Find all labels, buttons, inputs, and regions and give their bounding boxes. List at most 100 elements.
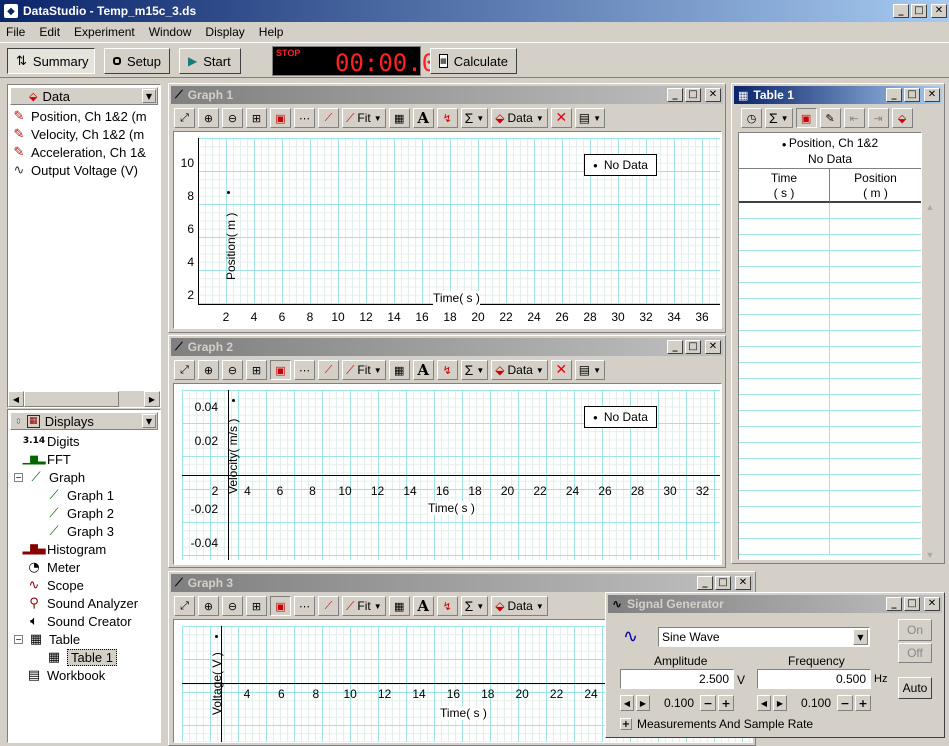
table-cell[interactable]	[830, 203, 921, 218]
plus-icon[interactable]: +	[718, 695, 734, 711]
table-cell[interactable]	[830, 411, 921, 426]
statistics-dropdown[interactable]: Σ ▼	[460, 108, 489, 128]
display-item-graph[interactable]: − ⟋ Graph	[14, 468, 160, 486]
table-cell[interactable]	[830, 315, 921, 330]
table-cell[interactable]	[739, 539, 830, 554]
table-row[interactable]	[739, 475, 921, 491]
table-row[interactable]	[739, 523, 921, 539]
graph1-legend[interactable]: ● No Data	[584, 154, 657, 176]
table-cell[interactable]	[739, 347, 830, 362]
data-item-acceleration[interactable]: ✎ Acceleration, Ch 1&	[12, 143, 160, 161]
menu-experiment[interactable]: Experiment	[74, 25, 135, 39]
text-tool-icon[interactable]: A	[412, 360, 434, 380]
minimize-button[interactable]: _	[893, 4, 909, 18]
table-cell[interactable]	[739, 379, 830, 394]
zoom-select-icon[interactable]: ⊞	[246, 108, 267, 128]
table-cell[interactable]	[739, 283, 830, 298]
display-item-workbook[interactable]: ▤ Workbook	[14, 666, 160, 684]
table-cell[interactable]	[830, 459, 921, 474]
fit-dropdown[interactable]: ⟋ Fit ▼	[342, 108, 386, 128]
data-item-velocity[interactable]: ✎ Velocity, Ch 1&2 (m	[12, 125, 160, 143]
zoom-out-icon[interactable]: ⊖	[222, 360, 243, 380]
auto-button[interactable]: Auto	[898, 677, 932, 699]
collapse-icon[interactable]: −	[14, 472, 23, 482]
decrease-step-icon[interactable]: ◀	[620, 695, 634, 711]
table-cell[interactable]	[739, 427, 830, 442]
table-cell[interactable]	[830, 267, 921, 282]
menu-file[interactable]: File	[6, 25, 25, 39]
table-row[interactable]	[739, 331, 921, 347]
fit-dropdown[interactable]: ⟋ Fit ▼	[342, 596, 386, 616]
table-cell[interactable]	[830, 219, 921, 234]
display-item-scope[interactable]: ∿ Scope	[14, 576, 160, 594]
lock-icon[interactable]: ▣	[795, 108, 817, 128]
slope-tool-icon[interactable]: ⟋	[318, 108, 339, 128]
annotation-icon[interactable]: ↯	[436, 596, 458, 616]
insert-right-icon[interactable]: ⇥	[867, 108, 889, 128]
display-item-graph1[interactable]: ⟋ Graph 1	[14, 486, 160, 504]
display-item-histogram[interactable]: ▂▇▄ Histogram	[14, 540, 160, 558]
zoom-in-icon[interactable]: ⊕	[198, 360, 219, 380]
minimize-button[interactable]: _	[886, 597, 902, 611]
table-cell[interactable]	[739, 331, 830, 346]
table-cell[interactable]	[830, 331, 921, 346]
insert-left-icon[interactable]: ⇤	[843, 108, 865, 128]
zoom-select-icon[interactable]: ⊞	[246, 596, 267, 616]
lock-icon[interactable]: ▣	[270, 108, 291, 128]
maximize-button[interactable]: □	[685, 340, 701, 354]
statistics-dropdown[interactable]: Σ ▼	[765, 108, 793, 128]
display-item-table1[interactable]: ▦ Table 1	[14, 648, 160, 666]
table1-col-time[interactable]: Time( s )	[739, 169, 830, 203]
scroll-left-icon[interactable]: ◀	[8, 391, 24, 407]
table-cell[interactable]	[739, 315, 830, 330]
table-row[interactable]	[739, 507, 921, 523]
minimize-button[interactable]: _	[667, 88, 683, 102]
maximize-button[interactable]: □	[911, 4, 927, 18]
lock-icon[interactable]: ▣	[270, 360, 291, 380]
scale-to-fit-icon[interactable]: ⤢	[174, 596, 195, 616]
table-row[interactable]	[739, 347, 921, 363]
table1-grid[interactable]: ● Position, Ch 1&2 No Data Time( s ) Pos…	[738, 132, 922, 560]
smart-tool-icon[interactable]: ⋯	[294, 360, 315, 380]
smart-tool-icon[interactable]: ⋯	[294, 108, 315, 128]
table-cell[interactable]	[830, 235, 921, 250]
minimize-button[interactable]: _	[886, 88, 902, 102]
data-hscrollbar[interactable]: ◀ ▶	[8, 391, 160, 407]
graph2-plot-area[interactable]: Velocity( m/s ) Time( s ) ● No Data 24681…	[173, 383, 722, 565]
settings-dropdown[interactable]: ▤ ▼	[574, 108, 606, 128]
close-button[interactable]: ✕	[931, 4, 947, 18]
table-cell[interactable]	[739, 443, 830, 458]
table-row[interactable]	[739, 283, 921, 299]
data-dropdown[interactable]: ⬙ Data ▼	[491, 108, 548, 128]
table-cell[interactable]	[830, 507, 921, 522]
calculate-button[interactable]: ▦ Calculate	[430, 48, 517, 74]
maximize-button[interactable]: □	[715, 576, 731, 590]
table-cell[interactable]	[739, 235, 830, 250]
pencil-icon[interactable]: ✎	[819, 108, 841, 128]
table-row[interactable]	[739, 539, 921, 555]
increase-step-icon[interactable]: ▶	[773, 695, 787, 711]
text-tool-icon[interactable]: A	[412, 108, 434, 128]
amplitude-field[interactable]: 2.500	[620, 669, 734, 689]
table-cell[interactable]	[830, 299, 921, 314]
slope-tool-icon[interactable]: ⟋	[318, 596, 339, 616]
table-cell[interactable]	[830, 363, 921, 378]
menu-display[interactable]: Display	[205, 25, 244, 39]
statistics-dropdown[interactable]: Σ ▼	[460, 360, 489, 380]
table-row[interactable]	[739, 411, 921, 427]
table-cell[interactable]	[739, 363, 830, 378]
probe-icon[interactable]: ⬙	[891, 108, 913, 128]
display-item-sound-analyzer[interactable]: ⚲ Sound Analyzer	[14, 594, 160, 612]
table-cell[interactable]	[739, 395, 830, 410]
table-cell[interactable]	[830, 251, 921, 266]
table-row[interactable]	[739, 299, 921, 315]
table1-vscrollbar[interactable]: ▲ ▼	[922, 202, 938, 560]
display-item-meter[interactable]: ◔ Meter	[14, 558, 160, 576]
table-cell[interactable]	[739, 299, 830, 314]
on-button[interactable]: On	[898, 619, 932, 641]
decrease-step-icon[interactable]: ◀	[757, 695, 771, 711]
data-dropdown[interactable]: ⬙ Data ▼	[10, 87, 158, 105]
table-cell[interactable]	[739, 491, 830, 506]
annotation-icon[interactable]: ↯	[436, 108, 458, 128]
table-row[interactable]	[739, 395, 921, 411]
